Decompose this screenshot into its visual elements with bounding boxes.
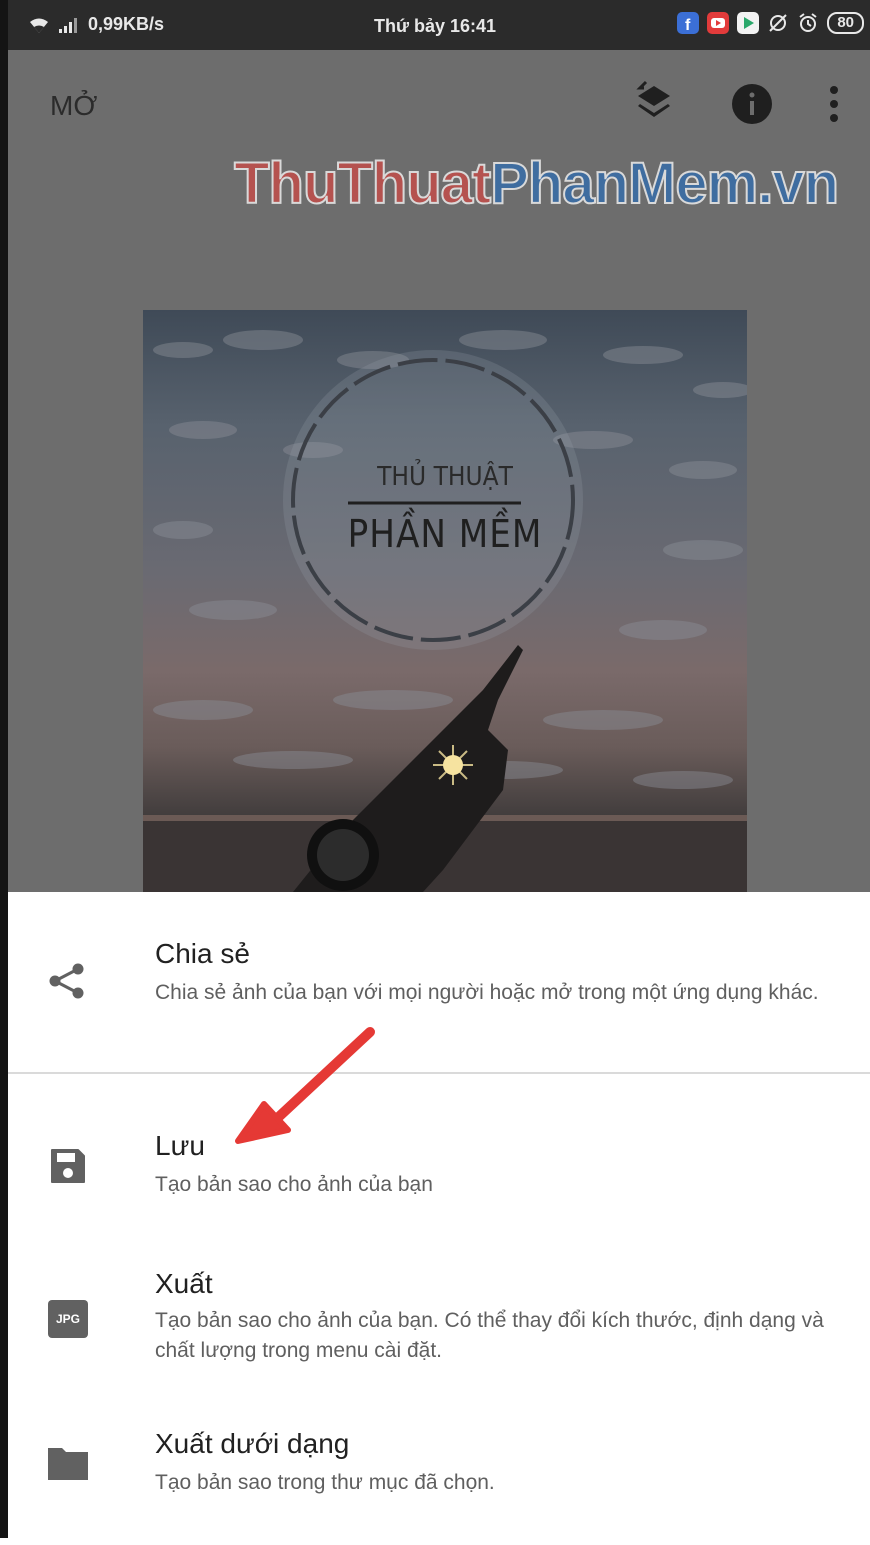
youtube-icon — [707, 12, 730, 34]
save-icon — [51, 1149, 85, 1183]
share-option[interactable]: Chia sẻ Chia sẻ ảnh của bạn với mọi ngườ… — [8, 892, 870, 1072]
save-description: Tạo bản sao cho ảnh của bạn — [155, 1173, 433, 1196]
share-title: Chia sẻ — [155, 938, 250, 969]
watermark-part2: PhanMem.vn — [489, 150, 840, 217]
status-right: f 80 — [677, 12, 864, 34]
info-icon[interactable] — [730, 82, 774, 126]
status-bar: 0,99KB/s Thứ bảy 16:41 f 80 — [0, 0, 870, 50]
play-store-icon — [737, 12, 760, 34]
save-title: Lưu — [155, 1130, 205, 1161]
export-title: Xuất — [155, 1268, 213, 1299]
alarm-icon — [799, 13, 817, 32]
jpg-icon-label: JPG — [55, 1312, 80, 1326]
open-button[interactable]: MỞ — [50, 90, 97, 122]
sync-off-icon — [769, 14, 788, 32]
photo-preview: THỦ THUẬT PHẦN MỀM — [143, 310, 747, 892]
battery-icon: 80 — [827, 12, 864, 34]
photo-text-line1: THỦ THUẬT — [377, 462, 513, 492]
jpg-icon: JPG — [48, 1300, 88, 1338]
share-icon — [49, 963, 84, 999]
screen-bottom-edge — [0, 1538, 870, 1545]
photo-text-line2: PHẦN MỀM — [347, 512, 543, 556]
watermark-part1: ThuThuat — [233, 150, 492, 217]
export-as-title: Xuất dưới dạng — [155, 1428, 350, 1459]
save-option[interactable]: Lưu Tạo bản sao cho ảnh của bạn — [8, 1074, 870, 1244]
watermark: ThuThuatPhanMem.vn — [233, 150, 840, 217]
more-vert-icon[interactable] — [824, 84, 844, 124]
export-as-option[interactable]: Xuất dưới dạng Tạo bản sao trong thư mục… — [8, 1404, 870, 1538]
svg-text:f: f — [685, 17, 691, 34]
export-option[interactable]: JPG Xuất Tạo bản sao cho ảnh của bạn. Có… — [8, 1244, 870, 1404]
share-description: Chia sẻ ảnh của bạn với mọi người hoặc m… — [155, 981, 819, 1004]
folder-icon — [48, 1448, 88, 1480]
export-description: Tạo bản sao cho ảnh của bạn. Có thể thay… — [155, 1309, 824, 1362]
screen: 0,99KB/s Thứ bảy 16:41 f 80 MỞ ThuThuatP… — [0, 0, 870, 1545]
share-bottom-sheet: Chia sẻ Chia sẻ ảnh của bạn với mọi ngườ… — [8, 892, 870, 1538]
layers-icon[interactable] — [632, 78, 676, 126]
screen-edge — [0, 0, 8, 1545]
export-as-description: Tạo bản sao trong thư mục đã chọn. — [155, 1471, 495, 1494]
facebook-icon: f — [677, 12, 700, 34]
photo-scene — [143, 330, 747, 892]
